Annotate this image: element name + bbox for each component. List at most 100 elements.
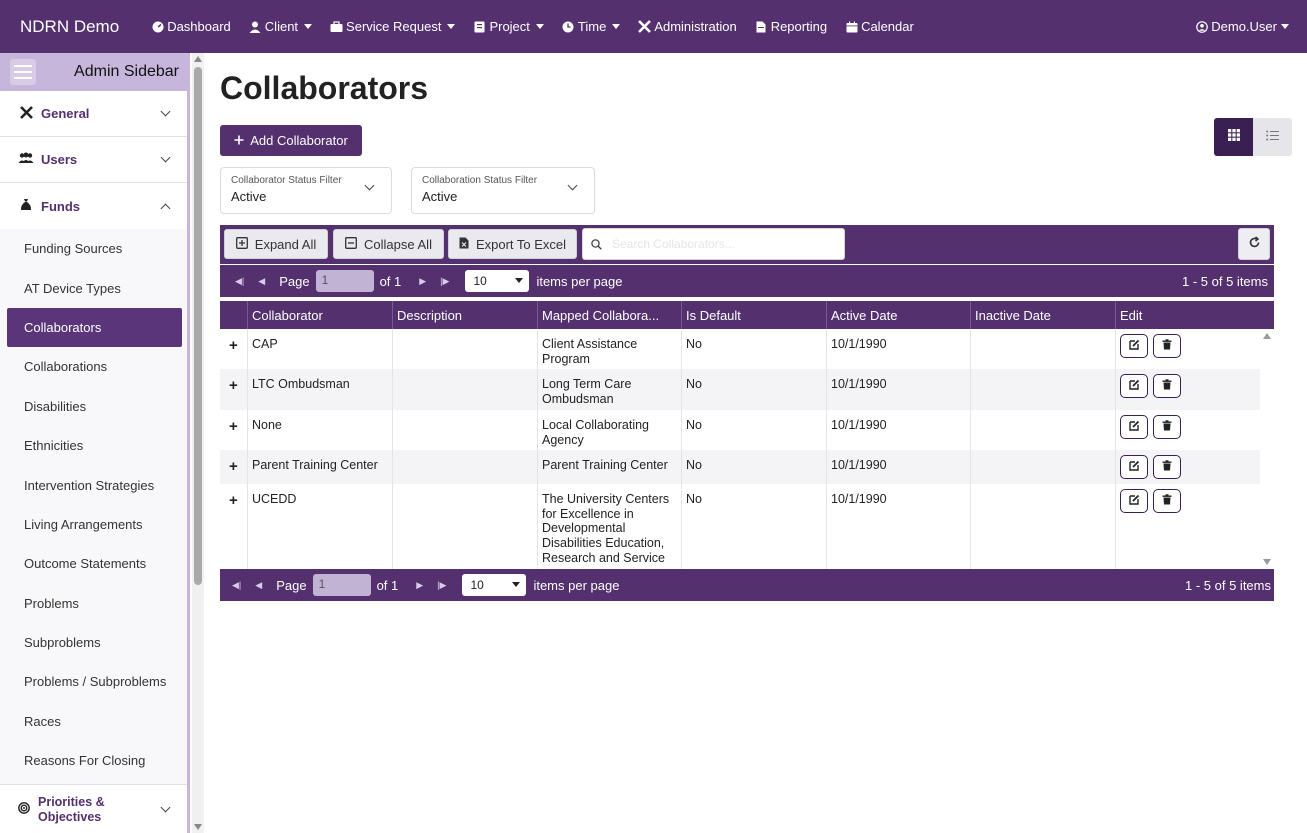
collapse-all-button[interactable]: Collapse All [333, 229, 444, 259]
grid-toolbar: Expand All Collapse All Export To Excel … [220, 225, 1274, 264]
sidebar-title: Admin Sidebar [74, 63, 179, 80]
sidebar-item-problems[interactable]: Problems [0, 584, 187, 623]
first-page-icon[interactable]: ◀| [232, 580, 241, 591]
sidebar-section-priorities-objectives[interactable]: Priorities & Objectives [0, 784, 187, 833]
column-header-description[interactable]: Description [392, 301, 537, 329]
add-collaborator-button[interactable]: Add Collaborator [220, 125, 362, 156]
expand-all-button[interactable]: Expand All [224, 229, 328, 259]
filter-value: Active [422, 189, 458, 204]
delete-button[interactable] [1153, 455, 1181, 479]
page-scrollbar[interactable] [192, 53, 204, 833]
delete-button[interactable] [1153, 374, 1181, 398]
page-size-select[interactable]: 10 [462, 574, 527, 596]
prev-page-icon[interactable]: ◀ [258, 276, 265, 287]
delete-button[interactable] [1153, 415, 1181, 439]
grid-scrollbar[interactable] [1260, 329, 1274, 569]
edit-button[interactable] [1120, 334, 1148, 358]
grid-header: Collaborator Description Mapped Collabor… [220, 301, 1274, 329]
scroll-down-icon[interactable] [1263, 559, 1271, 565]
users-icon [18, 152, 34, 167]
edit-button[interactable] [1120, 455, 1148, 479]
collaboration-status-filter[interactable]: Collaboration Status Filter Active [411, 167, 595, 214]
table-row: + CAP Client Assistance Program No 10/1/… [220, 329, 1260, 369]
column-header-is-default[interactable]: Is Default [681, 301, 826, 329]
export-to-excel-button[interactable]: Export To Excel [448, 229, 577, 259]
sidebar-item-subproblems[interactable]: Subproblems [0, 623, 187, 662]
sidebar-item-races[interactable]: Races [0, 702, 187, 741]
sidebar-item-disabilities[interactable]: Disabilities [0, 387, 187, 426]
sidebar-item-reasons-for-closing[interactable]: Reasons For Closing [0, 741, 187, 780]
user-menu[interactable]: Demo.User [1196, 0, 1289, 53]
nav-dashboard[interactable]: Dashboard [151, 19, 231, 34]
nav-project[interactable]: Project [473, 19, 544, 34]
column-header-collaborator[interactable]: Collaborator [247, 301, 392, 329]
expand-row-icon[interactable]: + [229, 377, 238, 394]
caret-down-icon [535, 24, 544, 29]
last-page-icon[interactable]: |▶ [437, 580, 446, 591]
sidebar-item-collaborations[interactable]: Collaborations [0, 347, 187, 386]
items-per-page-label: items per page [536, 273, 623, 289]
sidebar-item-living-arrangements[interactable]: Living Arrangements [0, 505, 187, 544]
page-number-input[interactable]: 1 [315, 270, 374, 292]
plus-square-icon [235, 236, 248, 252]
nav-client[interactable]: Client [249, 19, 313, 34]
column-header-inactive-date[interactable]: Inactive Date [970, 301, 1115, 329]
caret-down-icon [1281, 24, 1289, 29]
collaborator-status-filter[interactable]: Collaborator Status Filter Active [220, 167, 392, 214]
sidebar-item-outcome-statements[interactable]: Outcome Statements [0, 544, 187, 583]
edit-button[interactable] [1120, 374, 1148, 398]
caret-down-icon [512, 582, 521, 587]
items-per-page-label: items per page [533, 577, 620, 593]
sidebar-item-collaborators[interactable]: Collaborators [7, 307, 182, 348]
nav-calendar[interactable]: Calendar [845, 19, 914, 34]
edit-button[interactable] [1120, 489, 1148, 513]
sidebar-item-ethnicities[interactable]: Ethnicities [0, 426, 187, 465]
cell-inactive-date [970, 329, 1115, 369]
expand-row-icon[interactable]: + [229, 337, 238, 354]
grid-pager-top: ◀| ◀ Page 1 of 1 ▶ |▶ 10 items per page … [220, 265, 1274, 297]
cell-inactive-date [970, 450, 1115, 484]
expand-row-icon[interactable]: + [229, 418, 238, 435]
edit-button[interactable] [1120, 415, 1148, 439]
column-header-mapped-collaborator[interactable]: Mapped Collabora... [537, 301, 681, 329]
hamburger-icon[interactable] [10, 59, 36, 85]
nav-service-request[interactable]: Service Request [330, 19, 456, 34]
page-label: Page [276, 577, 307, 593]
cell-collaborator: CAP [247, 329, 392, 369]
scroll-down-icon[interactable] [194, 824, 202, 830]
next-page-icon[interactable]: ▶ [416, 580, 423, 591]
sidebar-item-at-device-types[interactable]: AT Device Types [0, 268, 187, 307]
brand-link[interactable]: NDRN Demo [20, 17, 119, 37]
scroll-up-icon[interactable] [1263, 333, 1271, 339]
delete-button[interactable] [1153, 489, 1181, 513]
prev-page-icon[interactable]: ◀ [255, 580, 262, 591]
list-view-button[interactable] [1253, 118, 1292, 156]
page-of-label: of 1 [379, 273, 402, 289]
scrollbar-thumb[interactable] [194, 67, 202, 585]
page-size-select[interactable]: 10 [465, 270, 530, 292]
sidebar-item-intervention-strategies[interactable]: Intervention Strategies [0, 465, 187, 504]
first-page-icon[interactable]: ◀| [235, 276, 244, 287]
page-number-input[interactable]: 1 [312, 574, 371, 596]
expand-row-icon[interactable]: + [229, 458, 238, 475]
sidebar-item-funding-sources[interactable]: Funding Sources [0, 229, 187, 268]
scroll-up-icon[interactable] [194, 56, 202, 62]
expand-row-icon[interactable]: + [229, 492, 238, 509]
sidebar-item-problems-subproblems[interactable]: Problems / Subproblems [0, 662, 187, 701]
grid-view-button[interactable] [1214, 118, 1253, 156]
cell-inactive-date [970, 484, 1115, 569]
target-icon [18, 801, 30, 818]
edit-icon [1128, 460, 1140, 475]
nav-reporting[interactable]: Reporting [755, 19, 827, 34]
nav-administration[interactable]: Administration [638, 19, 737, 34]
sidebar-section-users[interactable]: Users [0, 137, 187, 183]
sidebar-section-general[interactable]: General [0, 91, 187, 137]
refresh-button[interactable] [1238, 228, 1270, 260]
last-page-icon[interactable]: |▶ [440, 276, 449, 287]
nav-time[interactable]: Time [562, 19, 621, 34]
delete-button[interactable] [1153, 334, 1181, 358]
search-input[interactable]: Search Collaborators... [582, 228, 845, 260]
next-page-icon[interactable]: ▶ [419, 276, 426, 287]
column-header-active-date[interactable]: Active Date [826, 301, 970, 329]
sidebar-section-funds[interactable]: Funds [0, 183, 187, 229]
